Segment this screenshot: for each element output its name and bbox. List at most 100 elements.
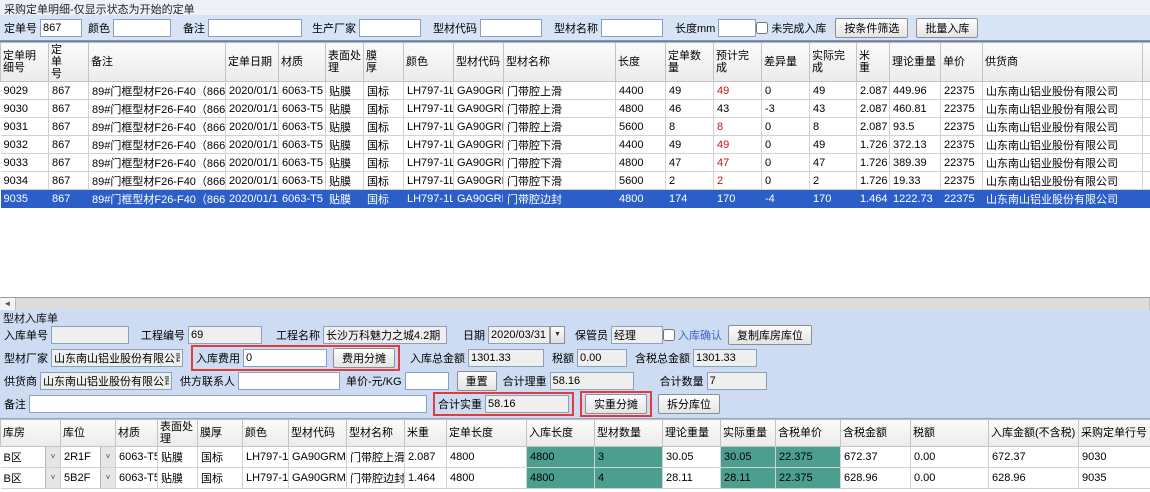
cell[interactable]: 1.464 (857, 190, 890, 208)
cell[interactable]: 4800 (447, 468, 527, 489)
unit-price-field[interactable] (405, 372, 449, 390)
cell[interactable]: 3 (595, 447, 663, 468)
cell[interactable]: GA90GRM04 (454, 172, 504, 190)
order-row[interactable]: 903086789#门框型材F26-F40（866+867）2020/01/13… (1, 100, 1150, 118)
cell[interactable] (1143, 82, 1150, 100)
dropdown-arrow-icon[interactable]: ˅ (100, 447, 115, 467)
cell[interactable]: GA90GRM05 (454, 190, 504, 208)
profile-name-filter-input[interactable] (601, 19, 663, 37)
cell[interactable]: 628.96 (989, 468, 1079, 489)
cell[interactable]: 9035 (1, 190, 49, 208)
column-header[interactable]: 理论重量 (890, 43, 941, 82)
cell[interactable]: 门带腔边封 (347, 468, 405, 489)
cell[interactable] (1143, 172, 1150, 190)
cell[interactable]: 国标 (198, 447, 243, 468)
column-header[interactable]: 入库长度 (527, 420, 595, 447)
cell[interactable]: 2020/01/13 (226, 118, 279, 136)
column-header[interactable]: 米重 (857, 43, 890, 82)
cell[interactable]: 6063-T5 (279, 154, 326, 172)
receipt-no-field[interactable] (51, 326, 129, 344)
cell[interactable]: 628.96 (841, 468, 911, 489)
column-header[interactable]: 差异量 (762, 43, 810, 82)
cell[interactable]: 89#门框型材F26-F40（866+867） (89, 100, 226, 118)
cell[interactable]: 国标 (364, 100, 404, 118)
cell[interactable]: LH797-1LL0 (404, 190, 454, 208)
cell[interactable]: 9031 (1, 118, 49, 136)
cell[interactable]: LH797-1LL0 (404, 154, 454, 172)
total-amount-field[interactable] (468, 349, 544, 367)
cell[interactable]: 49 (666, 136, 714, 154)
cell[interactable]: GA90GRM03 (454, 118, 504, 136)
cell[interactable]: 89#门框型材F26-F40（866+867） (89, 190, 226, 208)
filter-button[interactable]: 按条件筛选 (835, 18, 908, 38)
cell[interactable]: LH797-1LL0 (404, 136, 454, 154)
cell[interactable] (1143, 100, 1150, 118)
cell[interactable]: 国标 (364, 118, 404, 136)
cell[interactable]: 9034 (1, 172, 49, 190)
column-header[interactable]: 型材代码 (454, 43, 504, 82)
supplier-field[interactable] (40, 372, 172, 390)
length-filter-input[interactable] (718, 19, 756, 37)
cell[interactable]: 2020/01/13 (226, 190, 279, 208)
cell[interactable]: 6063-T5 (279, 118, 326, 136)
cell[interactable]: 9029 (1, 82, 49, 100)
column-header[interactable]: 长度 (616, 43, 666, 82)
column-header[interactable]: 库位 (61, 420, 116, 447)
cell[interactable]: 山东南山铝业股份有限公司 (983, 82, 1143, 100)
cell[interactable]: 867 (49, 100, 89, 118)
column-header[interactable]: 颜色 (404, 43, 454, 82)
cell[interactable]: 贴膜 (326, 190, 364, 208)
cell[interactable]: 门带腔下滑 (504, 136, 616, 154)
cell[interactable]: 0 (762, 172, 810, 190)
column-header[interactable]: 含税单价 (776, 420, 841, 447)
cell[interactable]: 9030 (1079, 447, 1150, 468)
cell[interactable]: 2 (714, 172, 762, 190)
cell[interactable]: GA90GRM03 (454, 82, 504, 100)
cell[interactable]: 49 (810, 136, 857, 154)
contact-field[interactable] (238, 372, 340, 390)
cell[interactable]: 门带腔下滑 (504, 154, 616, 172)
column-header[interactable]: 表面处理 (158, 420, 198, 447)
order-row[interactable]: 903386789#门框型材F26-F40（866+867）2020/01/13… (1, 154, 1150, 172)
cell[interactable]: 山东南山铝业股份有限公司 (983, 100, 1143, 118)
reset-button[interactable]: 重置 (457, 371, 497, 391)
order-row[interactable]: 903186789#门框型材F26-F40（866+867）2020/01/13… (1, 118, 1150, 136)
cell[interactable]: GA90GRM04 (454, 154, 504, 172)
cell[interactable]: 22375 (941, 190, 983, 208)
cell[interactable]: 867 (49, 136, 89, 154)
cell[interactable]: 门带腔上滑 (504, 118, 616, 136)
factory-field[interactable] (51, 349, 183, 367)
note-field[interactable] (29, 395, 427, 413)
cell[interactable]: 5B2F˅ (61, 468, 116, 489)
cell[interactable]: 5600 (616, 172, 666, 190)
column-header[interactable]: 税额 (911, 420, 989, 447)
cell[interactable]: 2020/01/13 (226, 136, 279, 154)
cell[interactable]: 0 (762, 82, 810, 100)
cell[interactable]: 门带腔上滑 (504, 100, 616, 118)
cell[interactable]: 4800 (616, 154, 666, 172)
cell[interactable]: 22.375 (776, 447, 841, 468)
column-header[interactable]: 型材名称 (504, 43, 616, 82)
cell[interactable]: 0 (762, 118, 810, 136)
column-header[interactable]: 米重 (405, 420, 447, 447)
cell[interactable]: 4800 (447, 447, 527, 468)
column-header[interactable] (1143, 43, 1150, 82)
project-no-field[interactable] (188, 326, 262, 344)
cell[interactable]: 国标 (364, 154, 404, 172)
cell[interactable]: 门带腔边封 (504, 190, 616, 208)
total-qty-field[interactable] (707, 372, 767, 390)
cell[interactable]: 贴膜 (326, 172, 364, 190)
column-header[interactable]: 型材数量 (595, 420, 663, 447)
cell[interactable]: GA90GRM03 (289, 447, 347, 468)
cell[interactable]: 170 (810, 190, 857, 208)
cell[interactable]: 22375 (941, 100, 983, 118)
column-header[interactable]: 表面处理 (326, 43, 364, 82)
dropdown-arrow-icon[interactable]: ˅ (45, 468, 60, 488)
cell[interactable]: 867 (49, 172, 89, 190)
cell[interactable]: 2.087 (857, 118, 890, 136)
cell[interactable]: 2.087 (857, 82, 890, 100)
cell[interactable]: LH797-1LL0 (404, 172, 454, 190)
project-name-field[interactable] (323, 326, 447, 344)
cell[interactable]: B区˅ (1, 447, 61, 468)
remark-filter-input[interactable] (208, 19, 302, 37)
